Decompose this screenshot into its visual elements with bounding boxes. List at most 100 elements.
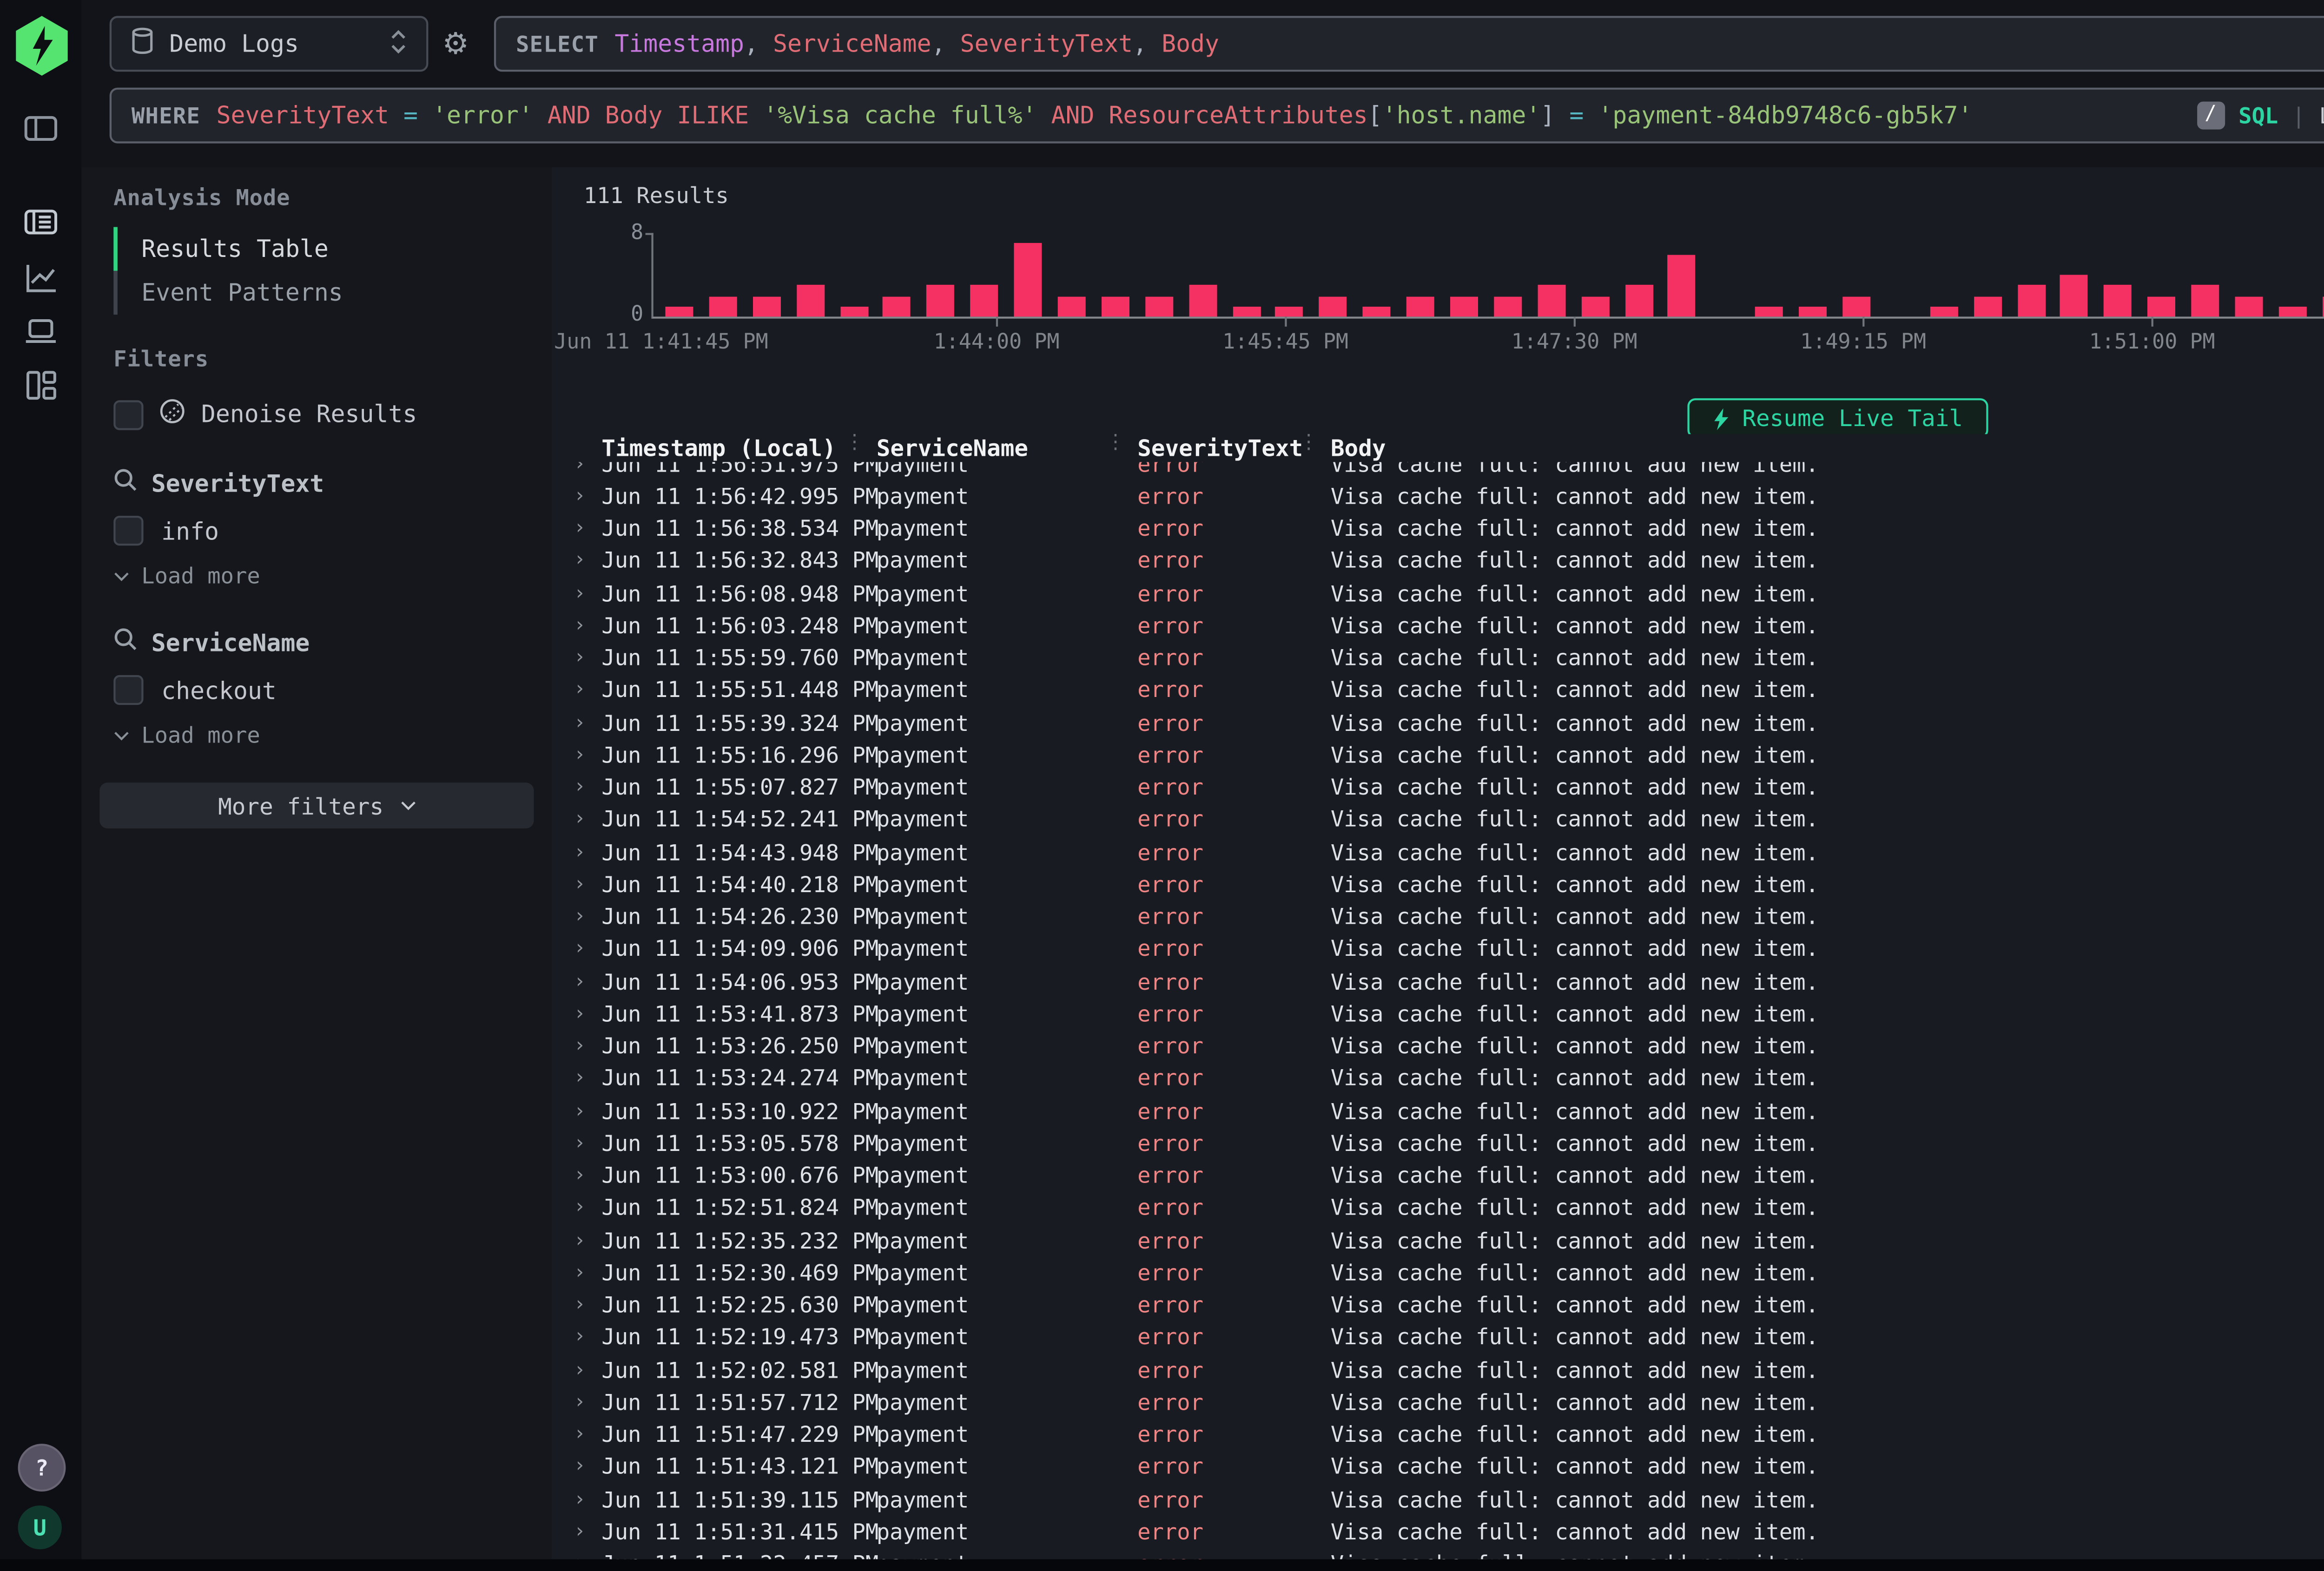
histogram-bar[interactable] bbox=[1355, 233, 1399, 316]
log-row[interactable]: ›Jun 11 1:55:16.296 PMpaymenterrorVisa c… bbox=[574, 739, 2324, 772]
histogram-bar[interactable] bbox=[1224, 233, 1268, 316]
log-row[interactable]: ›Jun 11 1:51:22.457 PMpaymenterrorVisa c… bbox=[574, 1548, 2324, 1559]
histogram-bar[interactable] bbox=[1268, 233, 1312, 316]
log-row[interactable]: ›Jun 11 1:53:10.922 PMpaymenterrorVisa c… bbox=[574, 1095, 2324, 1128]
log-row[interactable]: ›Jun 11 1:54:40.218 PMpaymenterrorVisa c… bbox=[574, 869, 2324, 901]
histogram-bar[interactable] bbox=[2271, 233, 2315, 316]
histogram-bar[interactable] bbox=[875, 233, 919, 316]
log-row[interactable]: ›Jun 11 1:52:25.630 PMpaymenterrorVisa c… bbox=[574, 1289, 2324, 1322]
load-more-link[interactable]: Load more bbox=[113, 723, 520, 749]
histogram-bar[interactable] bbox=[1748, 233, 1791, 316]
log-row[interactable]: ›Jun 11 1:56:51.975 PMpaymenterrorVisa c… bbox=[574, 462, 2324, 480]
log-row[interactable]: ›Jun 11 1:52:30.469 PMpaymenterrorVisa c… bbox=[574, 1257, 2324, 1289]
log-row[interactable]: ›Jun 11 1:55:51.448 PMpaymenterrorVisa c… bbox=[574, 675, 2324, 707]
histogram-bar[interactable] bbox=[1617, 233, 1660, 316]
log-row[interactable]: ›Jun 11 1:55:07.827 PMpaymenterrorVisa c… bbox=[574, 772, 2324, 804]
log-row[interactable]: ›Jun 11 1:51:39.115 PMpaymenterrorVisa c… bbox=[574, 1484, 2324, 1516]
search-icon[interactable] bbox=[113, 627, 137, 657]
histogram-bar[interactable] bbox=[1399, 233, 1442, 316]
histogram-bar[interactable] bbox=[701, 233, 745, 316]
histogram-bar[interactable] bbox=[1137, 233, 1181, 316]
histogram-bar[interactable] bbox=[1835, 233, 1878, 316]
denoise-checkbox[interactable] bbox=[113, 399, 143, 429]
mode-toggle-sql[interactable]: SQL bbox=[2238, 103, 2278, 129]
histogram-bar[interactable] bbox=[2314, 233, 2324, 316]
search-icon[interactable] bbox=[113, 468, 137, 498]
more-filters-button[interactable]: More filters bbox=[99, 782, 534, 828]
chart-explorer-icon[interactable] bbox=[24, 261, 58, 295]
log-row[interactable]: ›Jun 11 1:55:39.324 PMpaymenterrorVisa c… bbox=[574, 707, 2324, 739]
histogram-bar[interactable] bbox=[2053, 233, 2096, 316]
log-row[interactable]: ›Jun 11 1:56:08.948 PMpaymenterrorVisa c… bbox=[574, 578, 2324, 610]
log-row[interactable]: ›Jun 11 1:54:06.953 PMpaymenterrorVisa c… bbox=[574, 966, 2324, 999]
histogram-bar[interactable] bbox=[1573, 233, 1617, 316]
histogram-bar[interactable] bbox=[832, 233, 876, 316]
column-resize-handle[interactable]: ⋮ bbox=[1299, 432, 1319, 454]
filter-checkbox[interactable] bbox=[113, 675, 143, 705]
log-row[interactable]: ›Jun 11 1:51:57.712 PMpaymenterrorVisa c… bbox=[574, 1387, 2324, 1419]
user-avatar[interactable]: U bbox=[18, 1505, 62, 1549]
log-row[interactable]: ›Jun 11 1:54:52.241 PMpaymenterrorVisa c… bbox=[574, 804, 2324, 836]
dashboards-icon[interactable] bbox=[24, 368, 58, 402]
column-resize-handle[interactable]: ⋮ bbox=[1106, 432, 1126, 454]
column-header-body[interactable]: Body bbox=[1331, 434, 2324, 462]
resume-live-tail-button[interactable]: Resume Live Tail bbox=[1686, 398, 1988, 438]
log-row[interactable]: ›Jun 11 1:56:03.248 PMpaymenterrorVisa c… bbox=[574, 610, 2324, 642]
filter-checkbox[interactable] bbox=[113, 516, 143, 546]
histogram-bar[interactable] bbox=[1486, 233, 1530, 316]
filter-option[interactable]: info bbox=[113, 516, 520, 546]
tab-results-table[interactable]: Results Table bbox=[113, 227, 520, 271]
log-row[interactable]: ›Jun 11 1:53:05.578 PMpaymenterrorVisa c… bbox=[574, 1128, 2324, 1160]
log-row[interactable]: ›Jun 11 1:56:42.995 PMpaymenterrorVisa c… bbox=[574, 480, 2324, 513]
log-row[interactable]: ›Jun 11 1:53:24.274 PMpaymenterrorVisa c… bbox=[574, 1063, 2324, 1095]
histogram-bar[interactable] bbox=[1050, 233, 1094, 316]
histogram-bar[interactable] bbox=[1181, 233, 1224, 316]
histogram-bar[interactable] bbox=[2184, 233, 2227, 316]
histogram-bar[interactable] bbox=[657, 233, 701, 316]
histogram-bar[interactable] bbox=[1006, 233, 1050, 316]
log-row[interactable]: ›Jun 11 1:51:43.121 PMpaymenterrorVisa c… bbox=[574, 1451, 2324, 1484]
log-row[interactable]: ›Jun 11 1:54:26.230 PMpaymenterrorVisa c… bbox=[574, 901, 2324, 933]
help-button[interactable]: ? bbox=[18, 1444, 66, 1492]
log-row[interactable]: ›Jun 11 1:52:02.581 PMpaymenterrorVisa c… bbox=[574, 1354, 2324, 1387]
select-query-input[interactable]: SELECT Timestamp, ServiceName, SeverityT… bbox=[494, 16, 2324, 72]
histogram-bar[interactable] bbox=[1530, 233, 1573, 316]
tab-event-patterns[interactable]: Event Patterns bbox=[113, 271, 520, 315]
histogram-bar[interactable] bbox=[1791, 233, 1835, 316]
mode-toggle-lucene[interactable]: Lucene bbox=[2319, 103, 2324, 129]
histogram-bar[interactable] bbox=[2009, 233, 2053, 316]
log-row[interactable]: ›Jun 11 1:53:00.676 PMpaymenterrorVisa c… bbox=[574, 1160, 2324, 1192]
histogram-bar[interactable] bbox=[1093, 233, 1137, 316]
log-row[interactable]: ›Jun 11 1:53:41.873 PMpaymenterrorVisa c… bbox=[574, 998, 2324, 1031]
histogram-bar[interactable] bbox=[788, 233, 832, 316]
log-row[interactable]: ›Jun 11 1:56:38.534 PMpaymenterrorVisa c… bbox=[574, 513, 2324, 546]
log-row[interactable]: ›Jun 11 1:53:26.250 PMpaymenterrorVisa c… bbox=[574, 1031, 2324, 1063]
log-row[interactable]: ›Jun 11 1:51:47.229 PMpaymenterrorVisa c… bbox=[574, 1419, 2324, 1452]
sessions-icon[interactable] bbox=[24, 315, 58, 348]
log-row[interactable]: ›Jun 11 1:51:31.415 PMpaymenterrorVisa c… bbox=[574, 1516, 2324, 1548]
log-row[interactable]: ›Jun 11 1:52:19.473 PMpaymenterrorVisa c… bbox=[574, 1322, 2324, 1354]
histogram-bar[interactable] bbox=[963, 233, 1006, 316]
column-header-timestamp-local-[interactable]: Timestamp (Local)⋮ bbox=[601, 434, 876, 462]
histogram-bar[interactable] bbox=[1704, 233, 1748, 316]
log-search-icon[interactable] bbox=[24, 205, 58, 239]
histogram-bar[interactable] bbox=[2140, 233, 2184, 316]
histogram-bar[interactable] bbox=[1312, 233, 1355, 316]
histogram-bar[interactable] bbox=[2096, 233, 2140, 316]
sidebar-toggle-icon[interactable] bbox=[24, 112, 58, 145]
histogram-bar[interactable] bbox=[1966, 233, 2009, 316]
gear-icon[interactable]: ⚙ bbox=[442, 26, 469, 62]
column-resize-handle[interactable]: ⋮ bbox=[845, 432, 865, 454]
histogram-bar[interactable] bbox=[1878, 233, 1922, 316]
histogram-plot-area[interactable] bbox=[651, 233, 2324, 318]
app-logo-icon[interactable] bbox=[16, 16, 67, 76]
histogram-bar[interactable] bbox=[2227, 233, 2271, 316]
column-header-severitytext[interactable]: SeverityText⋮ bbox=[1137, 434, 1331, 462]
log-row[interactable]: ›Jun 11 1:54:43.948 PMpaymenterrorVisa c… bbox=[574, 836, 2324, 869]
histogram-bar[interactable] bbox=[1442, 233, 1486, 316]
column-header-servicename[interactable]: ServiceName⋮ bbox=[877, 434, 1137, 462]
load-more-link[interactable]: Load more bbox=[113, 564, 520, 590]
denoise-results-row[interactable]: Denoise Results bbox=[113, 398, 520, 430]
histogram-bar[interactable] bbox=[745, 233, 788, 316]
histogram-bar[interactable] bbox=[1922, 233, 1966, 316]
